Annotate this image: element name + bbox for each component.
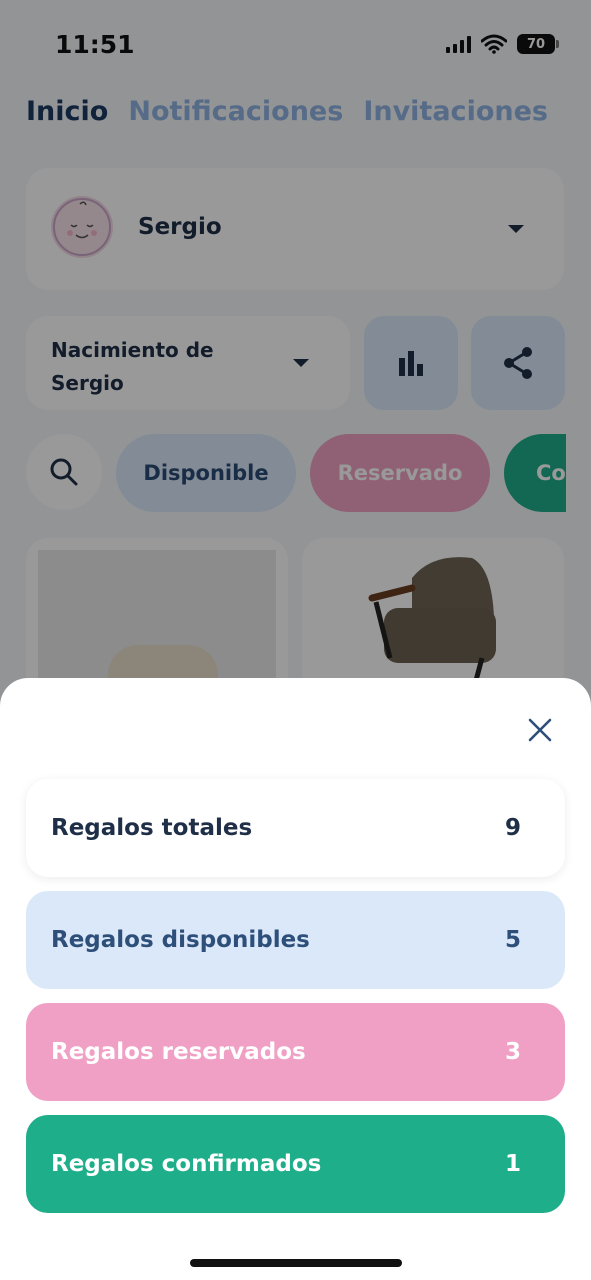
stat-label: Regalos totales bbox=[51, 815, 253, 841]
stat-row-reserved: Regalos reservados 3 bbox=[26, 1003, 565, 1101]
stat-label: Regalos confirmados bbox=[51, 1151, 322, 1177]
stat-value: 1 bbox=[504, 1151, 521, 1177]
stat-value: 9 bbox=[504, 815, 521, 841]
stat-value: 5 bbox=[504, 927, 521, 953]
stat-row-confirmed: Regalos confirmados 1 bbox=[26, 1115, 565, 1213]
stat-label: Regalos reservados bbox=[51, 1039, 306, 1065]
home-indicator[interactable] bbox=[190, 1259, 402, 1267]
stat-label: Regalos disponibles bbox=[51, 927, 310, 953]
stat-row-available: Regalos disponibles 5 bbox=[26, 891, 565, 989]
close-button[interactable] bbox=[520, 710, 560, 750]
close-icon bbox=[528, 718, 552, 742]
stat-value: 3 bbox=[504, 1039, 521, 1065]
stat-row-total: Regalos totales 9 bbox=[26, 779, 565, 877]
